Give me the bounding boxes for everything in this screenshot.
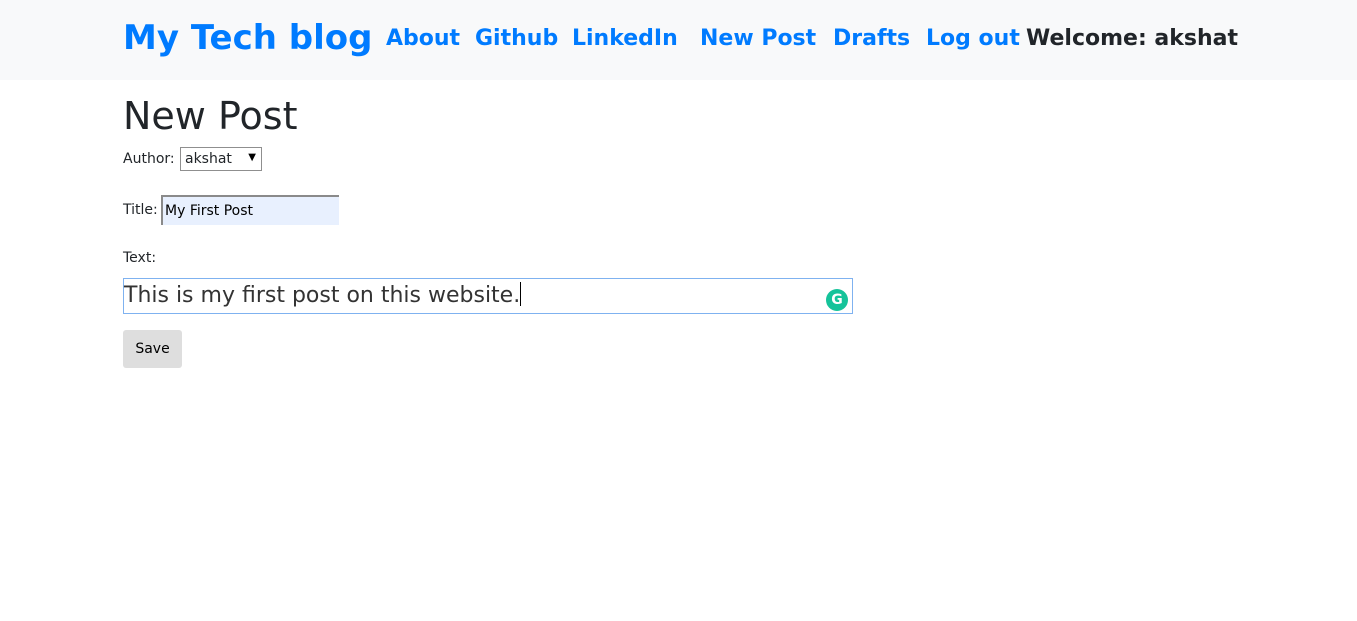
nav-link-drafts[interactable]: Drafts xyxy=(833,22,910,56)
text-area-value: This is my first post on this website. xyxy=(124,283,521,308)
brand-link[interactable]: My Tech blog xyxy=(123,14,372,62)
navbar: My Tech blog About Github LinkedIn New P… xyxy=(0,0,1357,80)
nav-link-log-out[interactable]: Log out xyxy=(926,22,1020,56)
title-label: Title: xyxy=(123,202,158,218)
author-select[interactable]: akshat ▼ xyxy=(180,147,262,171)
author-label: Author: xyxy=(123,151,175,167)
page-title: New Post xyxy=(123,94,298,138)
welcome-text: Welcome: akshat xyxy=(1026,26,1238,51)
text-cursor xyxy=(520,282,522,306)
nav-link-new-post[interactable]: New Post xyxy=(700,22,816,56)
text-label: Text: xyxy=(123,250,157,266)
chevron-down-icon: ▼ xyxy=(248,152,256,163)
nav-link-about[interactable]: About xyxy=(386,22,460,56)
title-input[interactable] xyxy=(161,195,339,225)
grammarly-icon[interactable]: G xyxy=(826,289,848,311)
nav-link-linkedin[interactable]: LinkedIn xyxy=(572,22,678,56)
save-button[interactable]: Save xyxy=(123,330,182,368)
text-area-content: This is my first post on this website. xyxy=(124,282,522,310)
text-area[interactable]: This is my first post on this website. G xyxy=(123,278,853,314)
author-select-value: akshat xyxy=(185,151,232,167)
nav-link-github[interactable]: Github xyxy=(475,22,558,56)
